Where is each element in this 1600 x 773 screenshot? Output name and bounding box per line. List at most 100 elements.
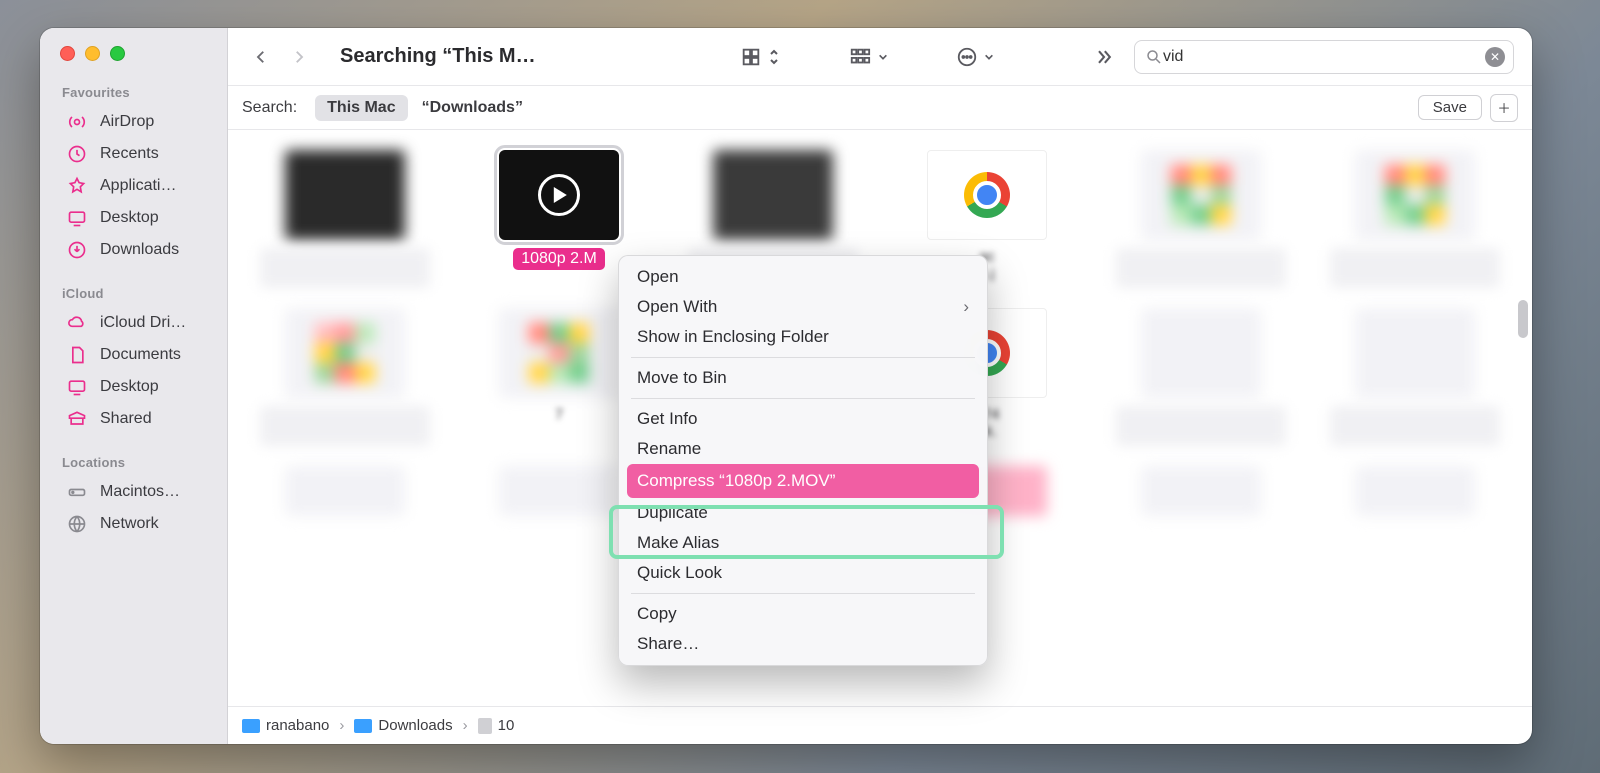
scope-downloads[interactable]: “Downloads” xyxy=(422,99,523,117)
sidebar-item-macintosh[interactable]: Macintos… xyxy=(40,476,227,508)
file-item[interactable] xyxy=(1320,466,1510,516)
shared-icon xyxy=(66,408,88,430)
sidebar-item-airdrop[interactable]: AirDrop xyxy=(40,106,227,138)
sidebar-item-recents[interactable]: Recents xyxy=(40,138,227,170)
path-bar: ranabano › Downloads › 10 xyxy=(228,706,1532,744)
file-item[interactable] xyxy=(250,150,440,288)
file-thumbnail xyxy=(499,466,619,516)
search-field[interactable]: ✕ xyxy=(1134,40,1514,74)
double-chevron-right-icon xyxy=(1094,47,1114,67)
save-search-button[interactable]: Save xyxy=(1418,95,1482,120)
action-button[interactable] xyxy=(944,46,1006,68)
minimize-window-button[interactable] xyxy=(85,46,100,61)
sidebar: Favourites AirDrop Recents Applicati… De… xyxy=(40,28,228,744)
overflow-button[interactable] xyxy=(1082,47,1126,67)
sidebar-item-shared[interactable]: Shared xyxy=(40,403,227,435)
close-window-button[interactable] xyxy=(60,46,75,61)
menu-item-move-to-bin[interactable]: Move to Bin xyxy=(619,363,987,393)
file-thumbnail xyxy=(713,150,833,240)
file-thumbnail xyxy=(499,308,619,398)
file-thumbnail xyxy=(1141,150,1261,240)
file-thumbnail xyxy=(285,150,405,240)
file-item[interactable] xyxy=(250,466,440,516)
menu-label: Copy xyxy=(637,604,677,624)
zoom-window-button[interactable] xyxy=(110,46,125,61)
crumb-label: Downloads xyxy=(378,717,452,734)
sidebar-item-label: Downloads xyxy=(100,241,179,259)
sidebar-section-favourites: Favourites xyxy=(40,79,227,106)
chevron-down-icon xyxy=(984,52,994,62)
file-thumbnail xyxy=(285,466,405,516)
file-item[interactable] xyxy=(1106,150,1296,288)
sidebar-item-label: Macintos… xyxy=(100,483,180,501)
airdrop-icon xyxy=(66,111,88,133)
menu-item-share[interactable]: Share… xyxy=(619,629,987,659)
sidebar-item-icloud-drive[interactable]: iCloud Dri… xyxy=(40,307,227,339)
sidebar-item-label: Recents xyxy=(100,145,159,163)
menu-item-copy[interactable]: Copy xyxy=(619,599,987,629)
context-menu: Open Open With › Show in Enclosing Folder… xyxy=(618,255,988,666)
file-caption xyxy=(1330,248,1500,288)
file-item[interactable] xyxy=(1106,308,1296,446)
path-crumb[interactable]: Downloads xyxy=(354,717,452,734)
search-icon xyxy=(1145,48,1163,66)
menu-label: Open With xyxy=(637,297,717,317)
view-mode-button[interactable] xyxy=(728,46,792,68)
icloud-icon xyxy=(66,312,88,334)
file-item[interactable] xyxy=(250,308,440,446)
sidebar-item-documents[interactable]: Documents xyxy=(40,339,227,371)
file-thumbnail xyxy=(1355,466,1475,516)
file-thumbnail xyxy=(1355,150,1475,240)
sidebar-item-downloads[interactable]: Downloads xyxy=(40,234,227,266)
menu-label: Show in Enclosing Folder xyxy=(637,327,829,347)
file-caption xyxy=(260,248,430,288)
scrollbar[interactable] xyxy=(1518,300,1528,338)
sidebar-item-label: Desktop xyxy=(100,378,159,396)
menu-item-duplicate[interactable]: Duplicate xyxy=(619,498,987,528)
menu-label: Quick Look xyxy=(637,563,722,583)
file-caption xyxy=(1330,406,1500,446)
menu-item-open-with[interactable]: Open With › xyxy=(619,292,987,322)
back-button[interactable] xyxy=(246,42,276,72)
menu-item-show-enclosing[interactable]: Show in Enclosing Folder xyxy=(619,322,987,352)
sidebar-item-label: Documents xyxy=(100,346,181,364)
window-controls xyxy=(40,42,227,79)
menu-separator xyxy=(631,593,975,594)
file-item[interactable] xyxy=(1320,150,1510,288)
menu-label: Compress “1080p 2.MOV” xyxy=(637,471,835,491)
desktop-icon xyxy=(66,376,88,398)
file-thumbnail xyxy=(927,150,1047,240)
menu-label: Make Alias xyxy=(637,533,719,553)
file-item[interactable] xyxy=(1106,466,1296,516)
menu-item-make-alias[interactable]: Make Alias xyxy=(619,528,987,558)
toolbar: Searching “This M… ✕ xyxy=(228,28,1532,86)
sidebar-item-applications[interactable]: Applicati… xyxy=(40,170,227,202)
sidebar-item-network[interactable]: Network xyxy=(40,508,227,540)
menu-item-open[interactable]: Open xyxy=(619,262,987,292)
menu-item-quick-look[interactable]: Quick Look xyxy=(619,558,987,588)
crumb-label: ranabano xyxy=(266,717,329,734)
network-icon xyxy=(66,513,88,535)
scope-this-mac[interactable]: This Mac xyxy=(315,95,407,121)
sidebar-item-label: Desktop xyxy=(100,209,159,227)
folder-icon xyxy=(354,719,372,733)
clear-search-button[interactable]: ✕ xyxy=(1485,47,1505,67)
sidebar-item-desktop-icloud[interactable]: Desktop xyxy=(40,371,227,403)
file-thumbnail xyxy=(1141,308,1261,398)
menu-item-get-info[interactable]: Get Info xyxy=(619,404,987,434)
menu-label: Open xyxy=(637,267,679,287)
menu-item-rename[interactable]: Rename xyxy=(619,434,987,464)
search-input[interactable] xyxy=(1163,48,1479,66)
menu-label: Get Info xyxy=(637,409,697,429)
menu-label: Move to Bin xyxy=(637,368,727,388)
sidebar-item-desktop[interactable]: Desktop xyxy=(40,202,227,234)
file-caption xyxy=(260,406,430,446)
group-button[interactable] xyxy=(836,46,900,68)
path-crumb[interactable]: ranabano xyxy=(242,717,329,734)
file-item[interactable] xyxy=(1320,308,1510,446)
path-crumb[interactable]: 10 xyxy=(478,717,515,734)
chevron-right-icon: › xyxy=(963,297,969,317)
menu-item-compress[interactable]: Compress “1080p 2.MOV” xyxy=(627,464,979,498)
forward-button[interactable] xyxy=(284,42,314,72)
add-criteria-button[interactable]: ＋ xyxy=(1490,94,1518,122)
